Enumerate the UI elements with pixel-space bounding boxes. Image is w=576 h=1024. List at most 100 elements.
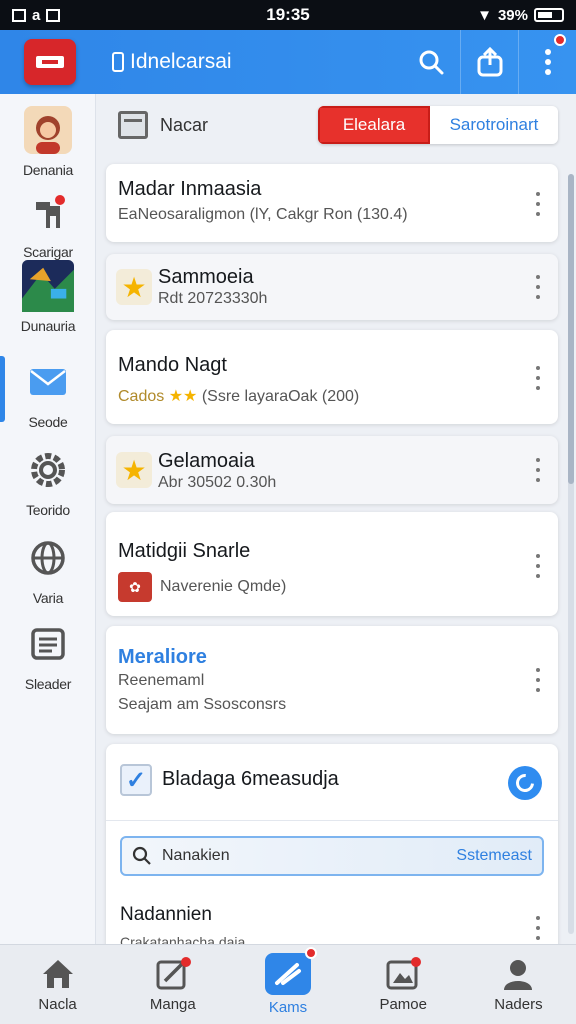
battery-icon bbox=[534, 8, 564, 22]
nav-label: Nacla bbox=[38, 996, 77, 1013]
more-options-icon[interactable] bbox=[530, 916, 546, 940]
nav-item-manga[interactable]: Manga bbox=[115, 945, 230, 1024]
top-toolbar: Nacar Elealara Sarotroinart bbox=[106, 102, 558, 148]
main-content: Nacar Elealara Sarotroinart Madar Inmaas… bbox=[96, 94, 576, 944]
nav-item-nacla[interactable]: Nacla bbox=[0, 945, 115, 1024]
stars-icon: ★★ bbox=[168, 388, 198, 405]
sidebar-item-denania[interactable]: Denania bbox=[0, 104, 96, 178]
more-vertical-icon bbox=[544, 49, 551, 75]
segmented-control: Elealara Sarotroinart bbox=[318, 106, 558, 144]
avatar-icon bbox=[22, 104, 74, 156]
sidebar-item-label: Scarigar bbox=[23, 244, 73, 260]
folder-icon bbox=[118, 111, 148, 139]
document-icon bbox=[22, 618, 74, 670]
flower-icon: ✿ bbox=[118, 572, 152, 602]
item-title: Gelamoaia bbox=[158, 450, 255, 472]
tag-icon bbox=[112, 52, 124, 72]
gear-icon bbox=[22, 444, 74, 496]
nav-item-naders[interactable]: Naders bbox=[461, 945, 576, 1024]
item-title: Sammoeia bbox=[158, 266, 254, 288]
item-title: Madar Inmaasia bbox=[118, 178, 262, 200]
sidebar-item-label: Varia bbox=[32, 590, 64, 606]
image-icon bbox=[383, 956, 423, 992]
star-icon: ★ bbox=[116, 269, 152, 305]
item-line2: Reenemaml bbox=[118, 672, 205, 689]
game-thumbnail-icon bbox=[22, 260, 74, 312]
toolbar-label: Nacar bbox=[160, 114, 209, 135]
list-item[interactable]: Mando Nagt Cados ★★ (Ssre layaraOak (200… bbox=[106, 330, 558, 424]
more-options-icon[interactable] bbox=[530, 668, 546, 692]
item-title: Mando Nagt bbox=[118, 354, 227, 376]
sidebar-item-label: Seode bbox=[28, 414, 68, 430]
scrollbar-thumb[interactable] bbox=[568, 174, 574, 484]
home-icon bbox=[38, 956, 78, 992]
notification-dot bbox=[305, 947, 317, 959]
item-subtitle: Naverenie Qmde) bbox=[160, 578, 287, 595]
item-subtitle: (Ssre layaraOak (200) bbox=[201, 388, 360, 405]
search-action-button[interactable]: Sstemeast bbox=[456, 847, 532, 865]
checkbox[interactable]: ✓ bbox=[120, 764, 152, 796]
share-icon bbox=[477, 47, 502, 77]
nav-item-pamoe[interactable]: Pamoe bbox=[346, 945, 461, 1024]
bottom-nav: Nacla Manga Kams Pamoe Naders bbox=[0, 944, 576, 1024]
item-title: Nadannien bbox=[120, 904, 212, 925]
item-prefix: Cados bbox=[118, 388, 165, 405]
globe-icon bbox=[22, 532, 74, 584]
search-icon bbox=[132, 846, 151, 865]
sidebar-item-seode[interactable]: Seode bbox=[0, 356, 96, 430]
nav-item-kams[interactable]: Kams bbox=[230, 945, 345, 1024]
more-options-icon[interactable] bbox=[530, 192, 546, 216]
feather-icon bbox=[265, 947, 317, 995]
app-bar: Idnelcarsai bbox=[0, 30, 576, 94]
share-button[interactable] bbox=[460, 30, 518, 94]
more-options-icon[interactable] bbox=[530, 554, 546, 578]
primary-tab-button[interactable]: Elealara bbox=[318, 106, 430, 144]
sidebar-item-sleader[interactable]: Sleader bbox=[0, 618, 96, 692]
nav-label: Naders bbox=[494, 996, 543, 1013]
item-subtitle: EaNeosaraligmon (lY, Cakgr Ron (130.4) bbox=[118, 206, 408, 223]
battery-percent: 39% bbox=[497, 6, 528, 24]
sidebar-item-varia[interactable]: Varia bbox=[0, 532, 96, 606]
search-icon bbox=[419, 50, 444, 75]
sidebar-item-label: Sleader bbox=[24, 676, 72, 692]
notification-dot bbox=[554, 34, 566, 46]
sidebar: Denania Scarigar Dunauria Seode Teorido … bbox=[0, 94, 96, 944]
status-left-text: a bbox=[32, 6, 41, 24]
task-title: Bladaga 6measudja bbox=[162, 768, 339, 790]
status-time: 19:35 bbox=[266, 5, 310, 24]
mail-icon bbox=[22, 356, 74, 408]
more-menu-button[interactable] bbox=[518, 30, 576, 94]
item-line3: Seajam am Ssosconsrs bbox=[118, 696, 287, 713]
nav-label: Manga bbox=[149, 996, 196, 1013]
secondary-tab-button[interactable]: Sarotroinart bbox=[430, 106, 558, 144]
sidebar-item-scarigar[interactable]: Scarigar bbox=[0, 186, 96, 260]
search-button[interactable] bbox=[402, 30, 460, 94]
sidebar-item-label: Denania bbox=[22, 162, 74, 178]
more-options-icon[interactable] bbox=[530, 366, 546, 390]
app-logo-icon[interactable] bbox=[24, 39, 76, 85]
more-options-icon[interactable] bbox=[530, 458, 546, 482]
nav-label: Pamoe bbox=[379, 996, 427, 1013]
wifi-icon: ▼ bbox=[477, 6, 492, 24]
task-card: ✓ Bladaga 6measudja Nanakien Sstemeast N… bbox=[106, 744, 558, 944]
person-icon bbox=[498, 956, 538, 992]
more-options-icon[interactable] bbox=[530, 275, 546, 299]
refresh-button[interactable] bbox=[508, 766, 542, 800]
list-item[interactable]: ★ Sammoeia Rdt 20723330h bbox=[106, 254, 558, 320]
list-item[interactable]: ★ Gelamoaia Abr 30502 0.30h bbox=[106, 436, 558, 504]
item-subtitle: Rdt 20723330h bbox=[158, 290, 268, 307]
list-item[interactable]: Meraliore Reenemaml Seajam am Ssosconsrs bbox=[106, 626, 558, 734]
item-subtitle: Crakatanhacha daia bbox=[120, 934, 246, 944]
list-item[interactable]: Madar Inmaasia EaNeosaraligmon (lY, Cakg… bbox=[106, 164, 558, 242]
sidebar-item-teorido[interactable]: Teorido bbox=[0, 444, 96, 518]
status-bar: a 19:35 ▼ 39% bbox=[0, 0, 576, 30]
sidebar-item-dunauria[interactable]: Dunauria bbox=[0, 260, 96, 334]
scrollbar[interactable] bbox=[568, 174, 574, 934]
search-input[interactable]: Nanakien Sstemeast bbox=[120, 836, 544, 876]
list-item[interactable]: Matidgii Snarle ✿ Naverenie Qmde) bbox=[106, 512, 558, 616]
app-title: Idnelcarsai bbox=[130, 50, 232, 73]
nav-label: Kams bbox=[268, 999, 308, 1016]
sidebar-item-label: Dunauria bbox=[20, 318, 76, 334]
sim-icon bbox=[12, 8, 26, 22]
item-subtitle: Abr 30502 0.30h bbox=[158, 474, 277, 491]
